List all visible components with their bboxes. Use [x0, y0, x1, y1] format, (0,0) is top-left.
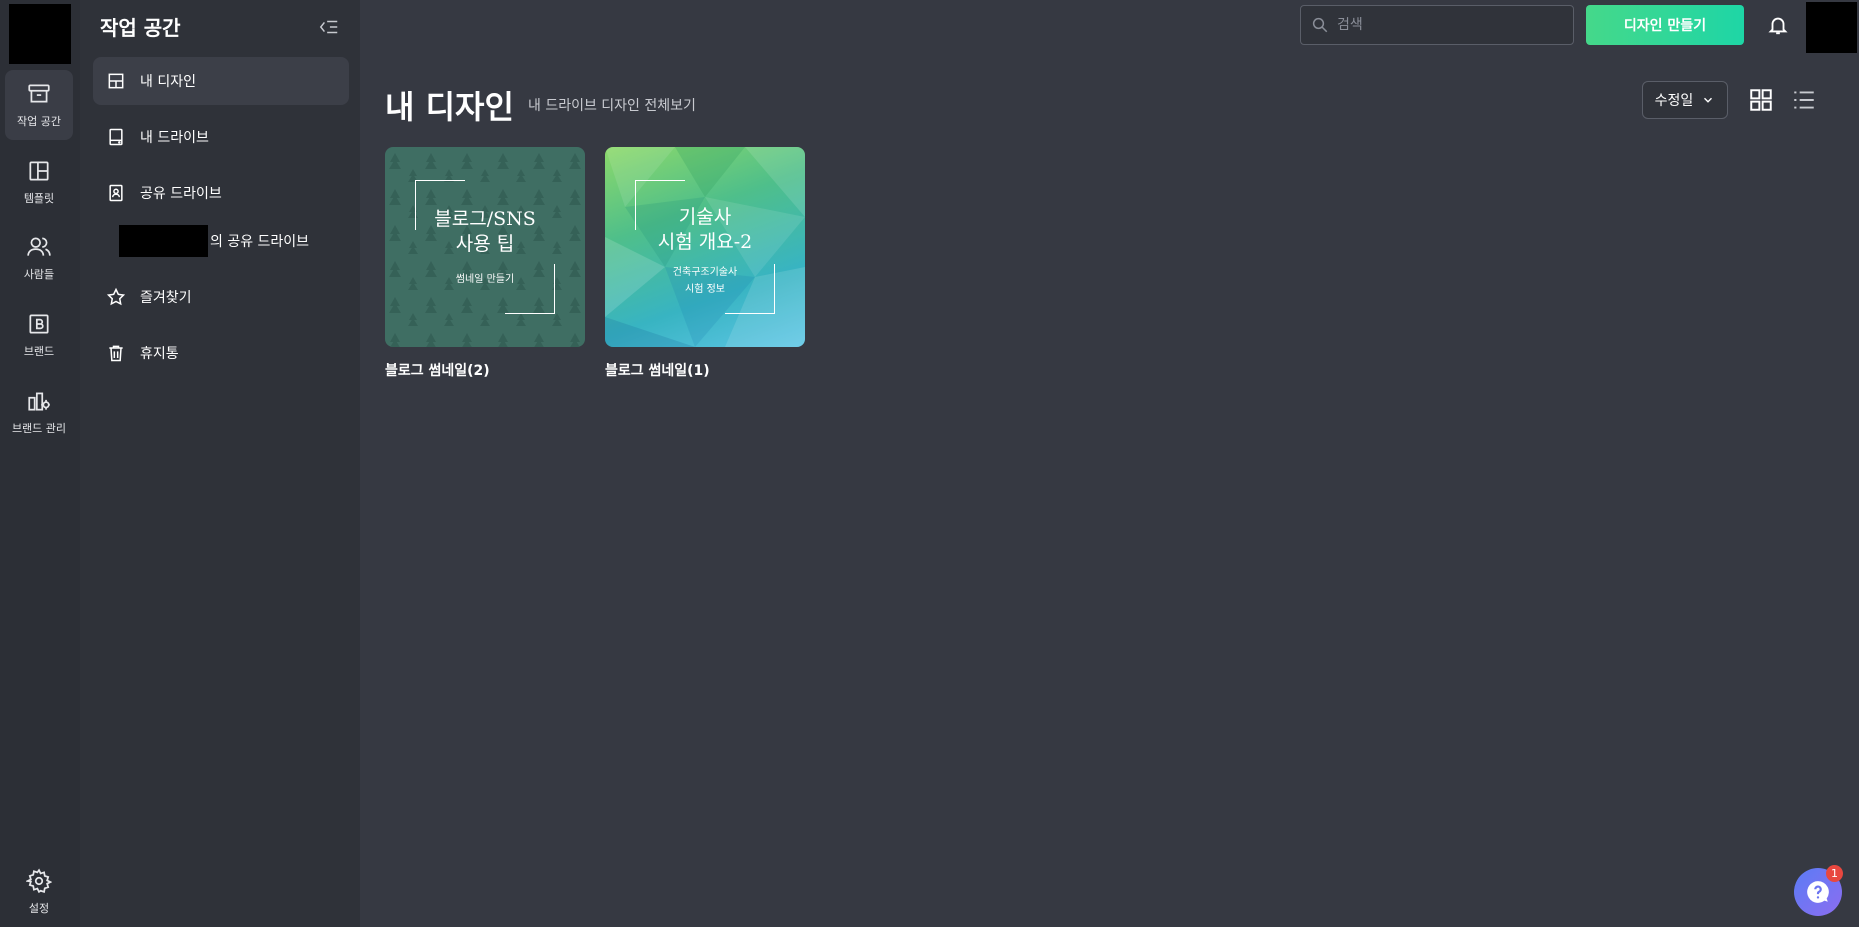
- thumbnail-headline: 블로그/SNS 사용 팁: [434, 208, 536, 255]
- chevron-down-icon: [1704, 97, 1713, 103]
- search-icon: [1312, 17, 1328, 33]
- design-card[interactable]: 기술사 시험 개요-2 건축구조기술사 시험 정보 블로그 썸네일(1): [605, 147, 805, 380]
- workspace-avatar[interactable]: [9, 4, 71, 64]
- rail-item-brand[interactable]: 브랜드: [5, 300, 73, 370]
- sidebar-item-my-designs[interactable]: 내 디자인: [93, 57, 349, 105]
- sidebar-item-label: 휴지통: [140, 346, 179, 362]
- thumbnail-headline: 기술사 시험 개요-2: [657, 206, 753, 253]
- template-icon: [29, 161, 49, 181]
- rail-item-label: 브랜드: [23, 345, 55, 358]
- sidebar-item-label: 의 공유 드라이브: [210, 234, 310, 250]
- user-avatar[interactable]: [1806, 2, 1857, 53]
- brand-icon: [29, 314, 49, 334]
- bell-icon: [1768, 17, 1788, 35]
- rail-item-label: 설정: [28, 902, 50, 915]
- page-title: 내 디자인: [385, 88, 514, 126]
- icon-rail: 작업 공간 템플릿 사람들 브랜드 브랜드 관리 설정: [0, 0, 80, 927]
- drive-icon: [109, 128, 123, 146]
- sidebar-item-favorites[interactable]: 즐겨찾기: [93, 273, 349, 321]
- design-thumbnail[interactable]: 블로그/SNS 사용 팁 썸네일 만들기: [385, 147, 585, 347]
- sidebar-item-trash[interactable]: 휴지통: [93, 329, 349, 377]
- thumbnail-subline: 썸네일 만들기: [455, 274, 515, 285]
- sidebar-item-my-drive[interactable]: 내 드라이브: [93, 113, 349, 161]
- sidebar-item-label: 내 디자인: [140, 74, 196, 90]
- rail-item-label: 템플릿: [23, 192, 55, 205]
- rail-item-label: 작업 공간: [17, 115, 61, 128]
- design-name[interactable]: 블로그 썸네일(2): [385, 360, 585, 380]
- rail-item-workspace[interactable]: 작업 공간: [5, 70, 73, 140]
- help-chat-icon: [1807, 881, 1829, 903]
- rail-item-templates[interactable]: 템플릿: [5, 147, 73, 217]
- sidebar-panel: 작업 공간 내 디자인 내 드라이브 공유 드라이브 의 공유 드라이브 즐겨찾…: [80, 0, 360, 927]
- sidebar-title: 작업 공간: [100, 16, 181, 40]
- people-icon: [27, 237, 51, 256]
- create-design-button[interactable]: 디자인 만들기: [1586, 5, 1744, 45]
- sort-label: 수정일: [1654, 93, 1694, 109]
- trash-icon: [109, 345, 123, 362]
- sidebar-item-shared-drive[interactable]: 공유 드라이브: [93, 169, 349, 217]
- grid-view-icon[interactable]: [1748, 87, 1774, 113]
- collapse-sidebar-button[interactable]: [316, 14, 342, 40]
- sidebar-item-label: 내 드라이브: [140, 130, 209, 146]
- list-view-icon[interactable]: [1791, 87, 1817, 113]
- rail-item-brand-manage[interactable]: 브랜드 관리: [5, 377, 73, 447]
- grid-layout-icon: [108, 73, 124, 89]
- view-all-drive-designs-link[interactable]: 내 드라이브 디자인 전체보기: [528, 95, 696, 115]
- design-name[interactable]: 블로그 썸네일(1): [605, 360, 805, 380]
- sidebar-item-user-shared-drive[interactable]: 의 공유 드라이브: [119, 225, 309, 257]
- design-thumbnail[interactable]: 기술사 시험 개요-2 건축구조기술사 시험 정보: [605, 147, 805, 347]
- notifications-button[interactable]: [1765, 12, 1791, 38]
- star-icon: [106, 287, 126, 306]
- sidebar-item-label: 공유 드라이브: [140, 186, 222, 202]
- gear-icon: [26, 868, 52, 894]
- shared-drive-icon: [109, 184, 123, 202]
- design-card[interactable]: 블로그/SNS 사용 팁 썸네일 만들기 블로그 썸네일(2): [385, 147, 585, 380]
- brand-manage-icon: [28, 392, 50, 411]
- search-input[interactable]: [1337, 17, 1557, 33]
- thumbnail-subline: 건축구조기술사 시험 정보: [672, 267, 738, 295]
- rail-item-label: 사람들: [23, 268, 55, 281]
- notification-badge: 1: [1826, 865, 1843, 882]
- sidebar-item-label: 즐겨찾기: [140, 290, 192, 306]
- rail-item-label: 브랜드 관리: [11, 422, 67, 435]
- rail-item-settings[interactable]: 설정: [5, 857, 73, 927]
- archive-icon: [28, 84, 50, 103]
- collapse-icon: [319, 20, 338, 34]
- search-box[interactable]: [1300, 5, 1574, 45]
- sort-dropdown[interactable]: 수정일: [1642, 81, 1728, 119]
- redacted-name: [119, 225, 208, 257]
- rail-item-people[interactable]: 사람들: [5, 223, 73, 293]
